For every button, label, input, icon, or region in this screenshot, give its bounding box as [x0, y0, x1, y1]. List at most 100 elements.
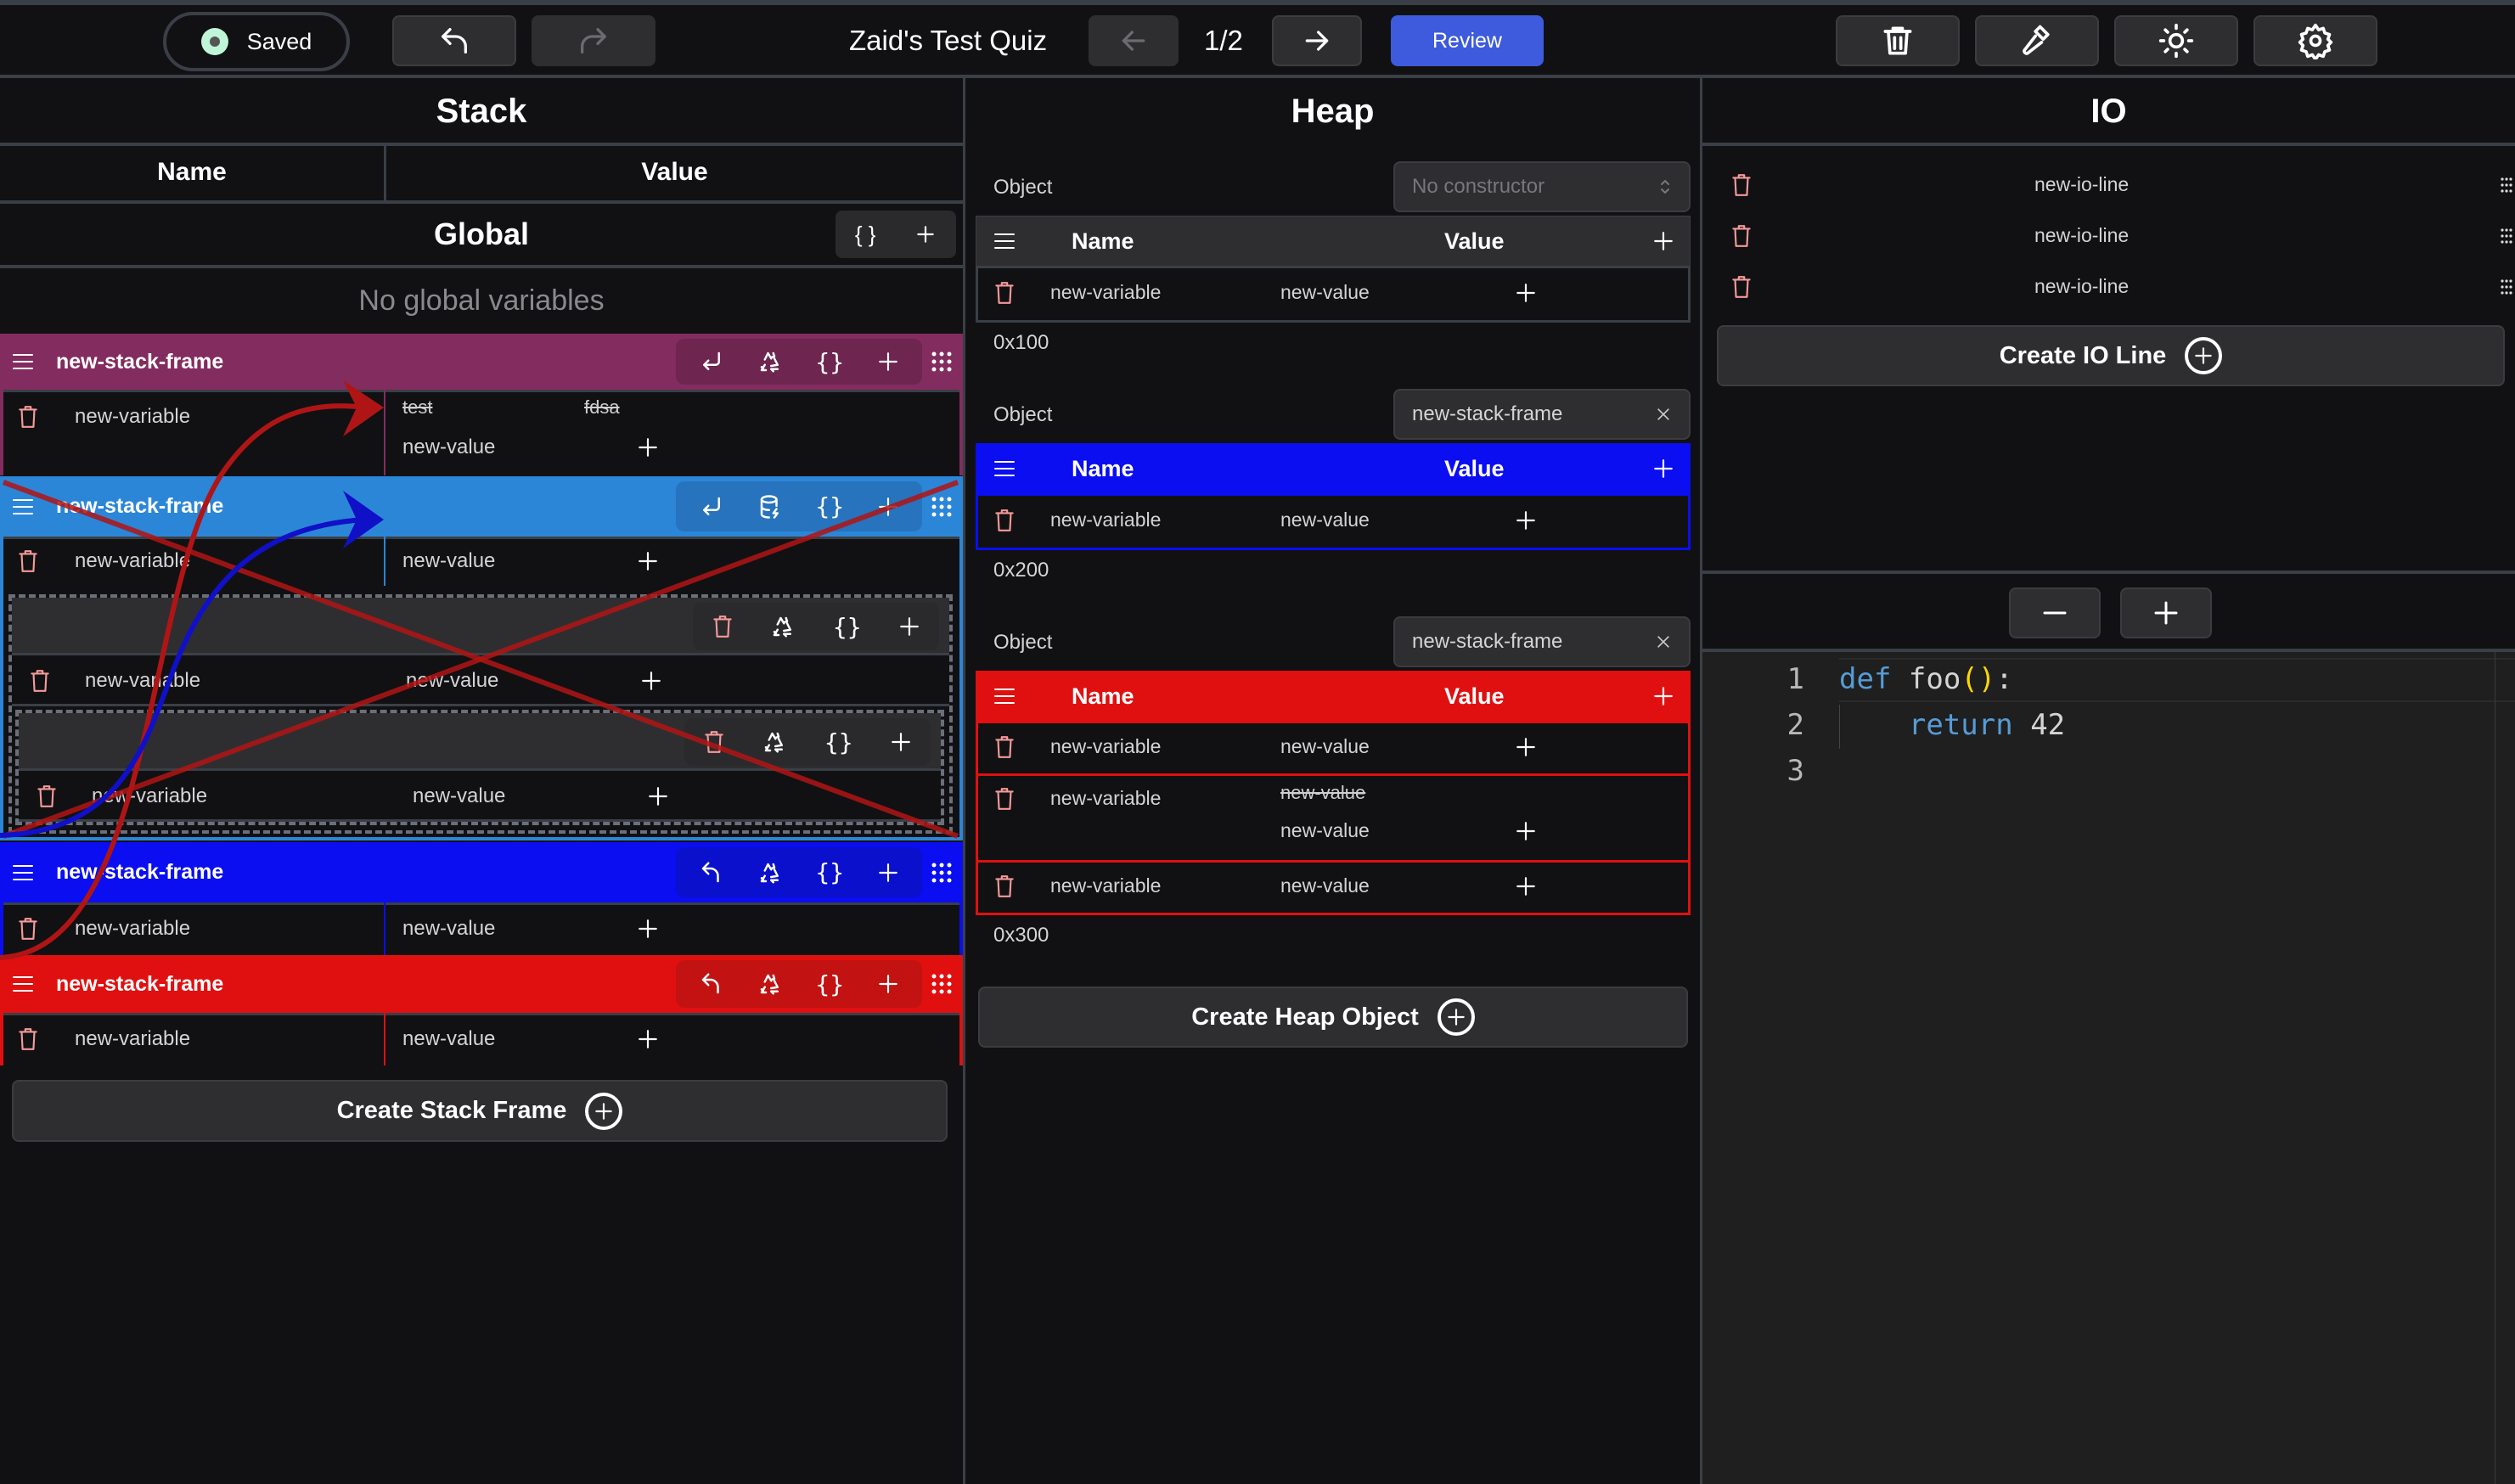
add-global-variable-button[interactable] [914, 223, 937, 245]
io-line-text[interactable]: new-io-line [2034, 275, 2129, 298]
delete-variable-button[interactable] [29, 668, 51, 694]
property-value[interactable]: new-value [1280, 819, 1370, 842]
add-variable-button[interactable] [877, 862, 899, 884]
add-value-button[interactable] [637, 1028, 659, 1050]
variable-value[interactable]: new-value [402, 436, 495, 459]
delete-variable-button[interactable] [17, 916, 39, 942]
variable-value[interactable]: new-value [413, 784, 505, 808]
drag-handle-icon[interactable] [2500, 177, 2513, 194]
drag-handle-icon[interactable] [931, 496, 953, 518]
delete-variable-button[interactable] [36, 784, 58, 809]
property-name[interactable]: new-variable [1050, 281, 1161, 304]
return-button[interactable] [699, 494, 724, 520]
add-value-button[interactable] [647, 785, 669, 807]
property-name[interactable]: new-variable [1050, 874, 1161, 897]
add-property-button[interactable] [1652, 458, 1674, 480]
clear-icon[interactable] [1655, 406, 1672, 423]
database-button[interactable] [757, 494, 783, 520]
add-variable-button[interactable] [877, 496, 899, 518]
stack-frame-name[interactable]: new-stack-frame [56, 860, 223, 885]
add-value-button[interactable] [640, 670, 662, 692]
add-variable-button[interactable] [890, 731, 912, 753]
drag-handle-icon[interactable] [931, 973, 953, 995]
variable-value[interactable]: new-value [402, 549, 495, 573]
io-editor-divider[interactable] [1702, 571, 2515, 574]
object-menu-icon[interactable] [993, 459, 1016, 478]
object-menu-icon[interactable] [993, 687, 1016, 705]
add-variable-button[interactable] [898, 616, 920, 638]
frame-menu-icon[interactable] [12, 497, 36, 516]
delete-io-line-button[interactable] [1730, 223, 1753, 249]
return-button[interactable] [699, 349, 724, 374]
add-object-variable-button[interactable]: { } [855, 222, 876, 248]
delete-variable-button[interactable] [17, 1026, 39, 1052]
clear-icon[interactable] [1655, 633, 1672, 650]
property-value[interactable]: new-value [1280, 281, 1370, 304]
add-value-button[interactable] [1515, 282, 1537, 304]
delete-object-button[interactable] [703, 729, 725, 755]
stack-frame-name[interactable]: new-stack-frame [56, 494, 223, 519]
stack-frame-name[interactable]: new-stack-frame [56, 972, 223, 997]
delete-property-button[interactable] [993, 786, 1016, 812]
add-value-button[interactable] [1515, 509, 1537, 531]
delete-property-button[interactable] [993, 874, 1016, 899]
add-variable-button[interactable] [877, 351, 899, 373]
property-name[interactable]: new-variable [1050, 735, 1161, 758]
undo-frame-button[interactable] [699, 860, 724, 885]
delete-variable-button[interactable] [17, 404, 39, 430]
object-menu-icon[interactable] [993, 232, 1016, 250]
recycle-button[interactable] [757, 860, 783, 885]
property-value[interactable]: new-value [1280, 874, 1370, 897]
add-object-button[interactable]: {} [815, 492, 844, 520]
stack-frame-name[interactable]: new-stack-frame [56, 350, 223, 374]
code-line[interactable]: def foo(): [1839, 662, 2013, 696]
create-stack-frame-button[interactable]: Create Stack Frame [12, 1080, 948, 1142]
variable-name[interactable]: new-variable [75, 549, 190, 573]
variable-value[interactable]: new-value [406, 669, 498, 693]
variable-name[interactable]: new-variable [92, 784, 207, 808]
delete-property-button[interactable] [993, 508, 1016, 533]
undo-frame-button[interactable] [699, 971, 724, 997]
add-property-button[interactable] [1652, 685, 1674, 707]
property-value[interactable]: new-value [1280, 735, 1370, 758]
variable-value[interactable]: new-value [402, 1027, 495, 1051]
variable-name[interactable]: new-variable [75, 405, 190, 429]
add-value-button[interactable] [637, 550, 659, 572]
undo-button[interactable] [392, 15, 516, 66]
drag-handle-icon[interactable] [931, 351, 953, 373]
constructor-select[interactable]: new-stack-frame [1393, 389, 1691, 440]
recycle-button[interactable] [762, 729, 787, 755]
add-value-button[interactable] [1515, 736, 1537, 758]
delete-quiz-button[interactable] [1836, 15, 1960, 66]
variable-name[interactable]: new-variable [85, 669, 200, 693]
property-value[interactable]: new-value [1280, 509, 1370, 531]
recycle-button[interactable] [757, 349, 783, 374]
delete-io-line-button[interactable] [1730, 172, 1753, 198]
add-value-button[interactable] [637, 436, 659, 458]
add-object-button[interactable]: {} [833, 613, 862, 641]
delete-variable-button[interactable] [17, 548, 39, 574]
add-object-button[interactable]: {} [815, 970, 844, 998]
create-io-line-button[interactable]: Create IO Line [1717, 325, 2505, 386]
redo-button[interactable] [532, 15, 655, 66]
property-name[interactable]: new-variable [1050, 787, 1161, 810]
recycle-button[interactable] [770, 614, 796, 639]
delete-property-button[interactable] [993, 734, 1016, 760]
previous-question-button[interactable] [1089, 15, 1179, 66]
frame-menu-icon[interactable] [12, 863, 36, 882]
create-heap-object-button[interactable]: Create Heap Object [978, 987, 1688, 1048]
add-variable-button[interactable] [877, 973, 899, 995]
code-line[interactable]: return 42 [1839, 708, 2065, 742]
variable-name[interactable]: new-variable [75, 917, 190, 941]
delete-io-line-button[interactable] [1730, 274, 1753, 300]
code-editor[interactable] [1702, 652, 2515, 1484]
add-object-button[interactable]: {} [815, 348, 844, 376]
frame-menu-icon[interactable] [12, 975, 36, 993]
grade-button[interactable] [1975, 15, 2099, 66]
delete-property-button[interactable] [993, 280, 1016, 306]
add-value-button[interactable] [1515, 820, 1537, 842]
add-property-button[interactable] [1652, 230, 1674, 252]
io-line-text[interactable]: new-io-line [2034, 224, 2129, 247]
frame-menu-icon[interactable] [12, 352, 36, 371]
add-value-button[interactable] [1515, 875, 1537, 897]
